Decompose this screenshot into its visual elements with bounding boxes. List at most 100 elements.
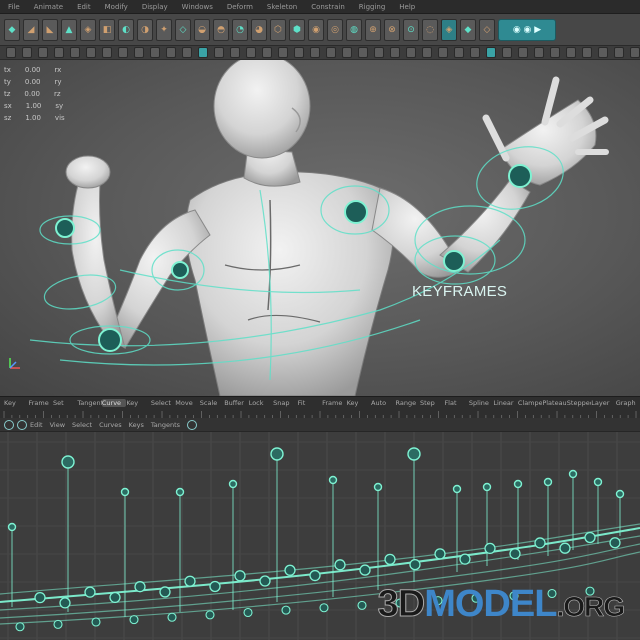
keyframe-marker[interactable] xyxy=(15,622,25,632)
graph-menu-item[interactable]: Keys xyxy=(129,421,144,429)
timeline-label[interactable]: Step xyxy=(420,399,444,407)
timeline-label[interactable]: Key xyxy=(126,399,150,407)
menu-item[interactable]: Rigging xyxy=(359,3,386,11)
status-line-icon[interactable] xyxy=(470,47,480,58)
shelf-tool-icon[interactable]: ◐ xyxy=(118,18,134,41)
status-line-icon[interactable] xyxy=(102,47,112,58)
status-line-icon[interactable] xyxy=(134,47,144,58)
status-line-icon[interactable] xyxy=(294,47,304,58)
graph-menu-item[interactable]: Edit xyxy=(30,421,43,429)
shelf-tool-icon[interactable]: ⊗ xyxy=(384,18,400,41)
keyframe-marker[interactable] xyxy=(543,477,553,487)
keyframe-marker[interactable] xyxy=(452,484,462,494)
keyframe-marker[interactable] xyxy=(373,482,383,492)
shelf-tool-icon[interactable]: ◎ xyxy=(327,18,343,41)
shelf-tool-icon[interactable]: ◈ xyxy=(441,18,457,41)
timeline-label[interactable]: Auto xyxy=(371,399,395,407)
menu-item[interactable]: Modify xyxy=(105,3,128,11)
timeline-label[interactable]: Curve xyxy=(101,399,127,407)
keyframe-marker[interactable] xyxy=(205,610,215,620)
timeline-label[interactable]: Tangent xyxy=(77,399,101,407)
menu-item[interactable]: Deform xyxy=(227,3,253,11)
status-line-icon[interactable] xyxy=(198,47,208,58)
keyframe-marker[interactable] xyxy=(259,575,271,587)
status-line-icon[interactable] xyxy=(630,47,640,58)
keyframe-marker[interactable] xyxy=(167,612,177,622)
keyframe-marker[interactable] xyxy=(84,586,96,598)
shelf-tool-icon[interactable]: ◢ xyxy=(23,18,39,41)
status-line-icon[interactable] xyxy=(390,47,400,58)
status-line-icon[interactable] xyxy=(518,47,528,58)
shelf-tool-icon[interactable]: ◕ xyxy=(251,18,267,41)
tangent-icon[interactable] xyxy=(17,419,27,430)
keyframe-marker[interactable] xyxy=(243,607,253,618)
shelf-tool-icon[interactable]: ◍ xyxy=(346,18,362,41)
timeline-label[interactable]: Key xyxy=(347,399,371,407)
time-slider[interactable]: Key Frame Set Tangent Curve Key Select Move Scal… xyxy=(0,396,640,420)
keyframe-marker[interactable] xyxy=(184,575,196,587)
keyframe-marker[interactable] xyxy=(559,542,571,554)
timeline-label[interactable]: Layer xyxy=(591,399,615,407)
keyframe-marker[interactable] xyxy=(228,479,238,489)
shelf-tool-icon[interactable]: ▲ xyxy=(61,18,77,41)
timeline-label[interactable]: Move xyxy=(175,399,199,407)
key-icon[interactable] xyxy=(4,419,14,430)
status-line-icon[interactable] xyxy=(454,47,464,58)
menu-item[interactable]: Skeleton xyxy=(267,3,297,11)
keyframe-marker[interactable] xyxy=(281,605,291,615)
3d-viewport[interactable]: tx 0.00 rx ty 0.00 ry tz 0.00 rz sx 1.00 sy sz 1.00 vi… xyxy=(0,60,640,396)
keyframe-marker[interactable] xyxy=(484,542,496,555)
keyframe-marker[interactable] xyxy=(434,548,446,560)
shelf-tool-icon[interactable]: ◔ xyxy=(232,18,248,41)
status-line-icon[interactable] xyxy=(550,47,560,58)
keyframe-marker[interactable] xyxy=(513,479,523,489)
graph-editor[interactable]: Edit View Select Curves Keys Tangents 3D… xyxy=(0,418,640,640)
status-line-icon[interactable] xyxy=(22,47,32,58)
keyframe-marker[interactable] xyxy=(209,580,221,593)
keyframe-marker[interactable] xyxy=(615,489,625,499)
status-line-icon[interactable] xyxy=(262,47,272,58)
menu-item[interactable]: Animate xyxy=(34,3,63,11)
timeline-label[interactable]: Clamped xyxy=(518,399,542,407)
shelf-tool-icon[interactable]: ◌ xyxy=(422,18,438,41)
menu-item[interactable]: Windows xyxy=(182,3,213,11)
keyframe-marker[interactable] xyxy=(409,558,421,571)
status-line-icon[interactable] xyxy=(278,47,288,58)
graph-menu-item[interactable]: Tangents xyxy=(151,421,180,429)
timeline-label[interactable]: Select xyxy=(151,399,175,407)
timeline-label[interactable]: Flat xyxy=(444,399,468,407)
timeline-label[interactable]: Buffer xyxy=(224,399,248,407)
shelf-tool-icon[interactable]: ◉ xyxy=(308,18,324,41)
keyframe-marker[interactable] xyxy=(593,477,603,487)
menu-item[interactable]: Display xyxy=(142,3,168,11)
keyframe-marker[interactable] xyxy=(7,522,17,532)
shelf-tool-icon[interactable]: ◑ xyxy=(137,18,153,41)
keyframe-marker[interactable] xyxy=(61,455,75,469)
timeline-label[interactable]: Stepped xyxy=(567,399,591,407)
keyframe-marker[interactable] xyxy=(134,581,146,593)
shelf-tool-icon[interactable]: ⬢ xyxy=(289,18,305,41)
status-line-icon[interactable] xyxy=(38,47,48,58)
status-line-icon[interactable] xyxy=(6,47,16,58)
status-line-icon[interactable] xyxy=(438,47,448,58)
status-line-icon[interactable] xyxy=(214,47,224,58)
timeline-label[interactable]: Set xyxy=(53,399,77,407)
graph-menu-item[interactable]: View xyxy=(50,421,65,429)
menu-item[interactable]: File xyxy=(8,3,20,11)
keyframe-marker[interactable] xyxy=(270,447,284,461)
shelf-tool-icon[interactable]: ⊙ xyxy=(403,18,419,41)
keyframe-marker[interactable] xyxy=(309,569,321,582)
keyframe-marker[interactable] xyxy=(328,475,338,485)
status-line-icon[interactable] xyxy=(310,47,320,58)
status-line-icon[interactable] xyxy=(566,47,576,58)
status-line-icon[interactable] xyxy=(374,47,384,58)
timeline-label[interactable]: Key xyxy=(4,399,28,407)
shelf-tool-icon[interactable]: ✦ xyxy=(156,18,172,41)
keyframe-marker[interactable] xyxy=(109,591,121,604)
timeline-label[interactable]: Fit xyxy=(298,399,322,407)
timeline-label[interactable]: Spline xyxy=(469,399,493,407)
keyframe-marker[interactable] xyxy=(482,482,492,492)
shelf-tool-icon[interactable]: ◣ xyxy=(42,18,58,41)
timeline-label[interactable]: Frame xyxy=(322,399,346,407)
status-line-icon[interactable] xyxy=(358,47,368,58)
